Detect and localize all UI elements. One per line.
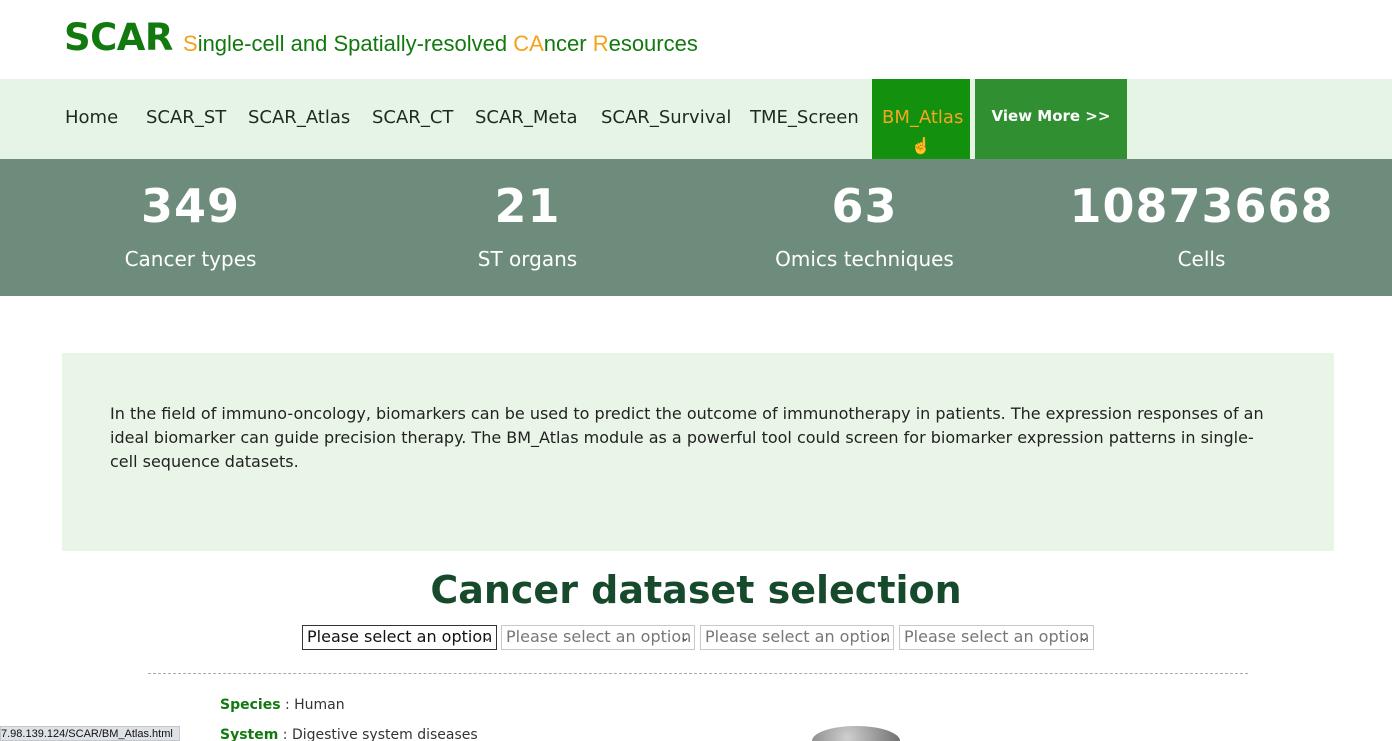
view-more-button[interactable]: View More >> bbox=[975, 79, 1127, 159]
header: SCAR Single-cell and Spatially-resolved … bbox=[0, 0, 1392, 79]
system-line: System : Digestive system diseases bbox=[220, 727, 478, 741]
intro-text: In the field of immuno-oncology, biomark… bbox=[110, 404, 1264, 471]
dataset-select-3[interactable]: Please select an option ⌄ bbox=[700, 625, 894, 650]
select-value: Please select an option bbox=[506, 627, 692, 646]
stat-st-organs: 21 ST organs bbox=[359, 159, 696, 271]
subtitle-part: patially-resolved bbox=[348, 31, 514, 56]
nav-home[interactable]: Home bbox=[65, 79, 118, 159]
nav-scar-survival[interactable]: SCAR_Survival bbox=[601, 79, 731, 159]
site-logo[interactable]: SCAR bbox=[64, 16, 173, 59]
system-label: System bbox=[220, 727, 279, 741]
stat-label: Cells bbox=[1177, 247, 1226, 271]
status-bar-url: 7.98.139.124/SCAR/BM_Atlas.html bbox=[0, 726, 180, 741]
stat-cells: 10873668 Cells bbox=[1033, 159, 1370, 271]
stat-label: Omics techniques bbox=[775, 247, 954, 271]
section-title: Cancer dataset selection bbox=[430, 568, 962, 612]
nav-scar-st[interactable]: SCAR_ST bbox=[146, 79, 226, 159]
chevron-down-icon: ⌄ bbox=[1078, 630, 1089, 644]
subtitle-part: S bbox=[183, 31, 198, 56]
select-value: Please select an option bbox=[307, 627, 493, 646]
nav-tme-screen[interactable]: TME_Screen bbox=[750, 79, 859, 159]
hand-pointer-icon: ☝ bbox=[911, 138, 931, 155]
site-subtitle: Single-cell and Spatially-resolved CAnce… bbox=[183, 31, 698, 57]
chevron-down-icon: ⌄ bbox=[878, 630, 889, 644]
divider bbox=[148, 673, 1248, 674]
system-value: : Digestive system diseases bbox=[278, 727, 478, 741]
page: SCAR Single-cell and Spatially-resolved … bbox=[0, 0, 1392, 741]
subtitle-part: R bbox=[592, 31, 609, 56]
logo-text: SCAR bbox=[64, 16, 173, 59]
subtitle-part: ingle-cell and bbox=[197, 31, 334, 56]
species-line: Species : Human bbox=[220, 697, 345, 713]
dataset-select-2[interactable]: Please select an option ⌄ bbox=[501, 625, 695, 650]
stat-cancer-types: 349 Cancer types bbox=[22, 159, 359, 271]
select-value: Please select an option bbox=[904, 627, 1090, 646]
figure-preview bbox=[812, 726, 900, 741]
intro-panel: In the field of immuno-oncology, biomark… bbox=[62, 353, 1334, 551]
subtitle-part: S bbox=[333, 31, 349, 56]
subtitle-part: esources bbox=[608, 31, 698, 56]
stat-label: ST organs bbox=[477, 247, 578, 271]
stat-value: 349 bbox=[140, 179, 241, 233]
select-value: Please select an option bbox=[705, 627, 891, 646]
stat-value: 10873668 bbox=[1069, 179, 1334, 233]
nav-scar-meta[interactable]: SCAR_Meta bbox=[475, 79, 578, 159]
dataset-select-1[interactable]: Please select an option ⌄ bbox=[302, 625, 497, 650]
subtitle-part: ncer bbox=[543, 31, 593, 56]
dataset-select-4[interactable]: Please select an option ⌄ bbox=[899, 625, 1094, 650]
chevron-down-icon: ⌄ bbox=[679, 630, 690, 644]
species-label: Species bbox=[220, 697, 281, 713]
main-nav: Home SCAR_ST SCAR_Atlas SCAR_CT SCAR_Met… bbox=[0, 79, 1392, 159]
nav-scar-atlas[interactable]: SCAR_Atlas bbox=[248, 79, 350, 159]
chevron-down-icon: ⌄ bbox=[481, 630, 492, 644]
stat-omics-techniques: 63 Omics techniques bbox=[696, 159, 1033, 271]
stats-banner: 349 Cancer types 21 ST organs 63 Omics t… bbox=[0, 159, 1392, 296]
species-value: : Human bbox=[280, 697, 345, 713]
stat-value: 21 bbox=[494, 179, 561, 233]
stat-label: Cancer types bbox=[124, 247, 257, 271]
nav-scar-ct[interactable]: SCAR_CT bbox=[372, 79, 453, 159]
stat-value: 63 bbox=[831, 179, 898, 233]
subtitle-part: CA bbox=[513, 31, 544, 56]
